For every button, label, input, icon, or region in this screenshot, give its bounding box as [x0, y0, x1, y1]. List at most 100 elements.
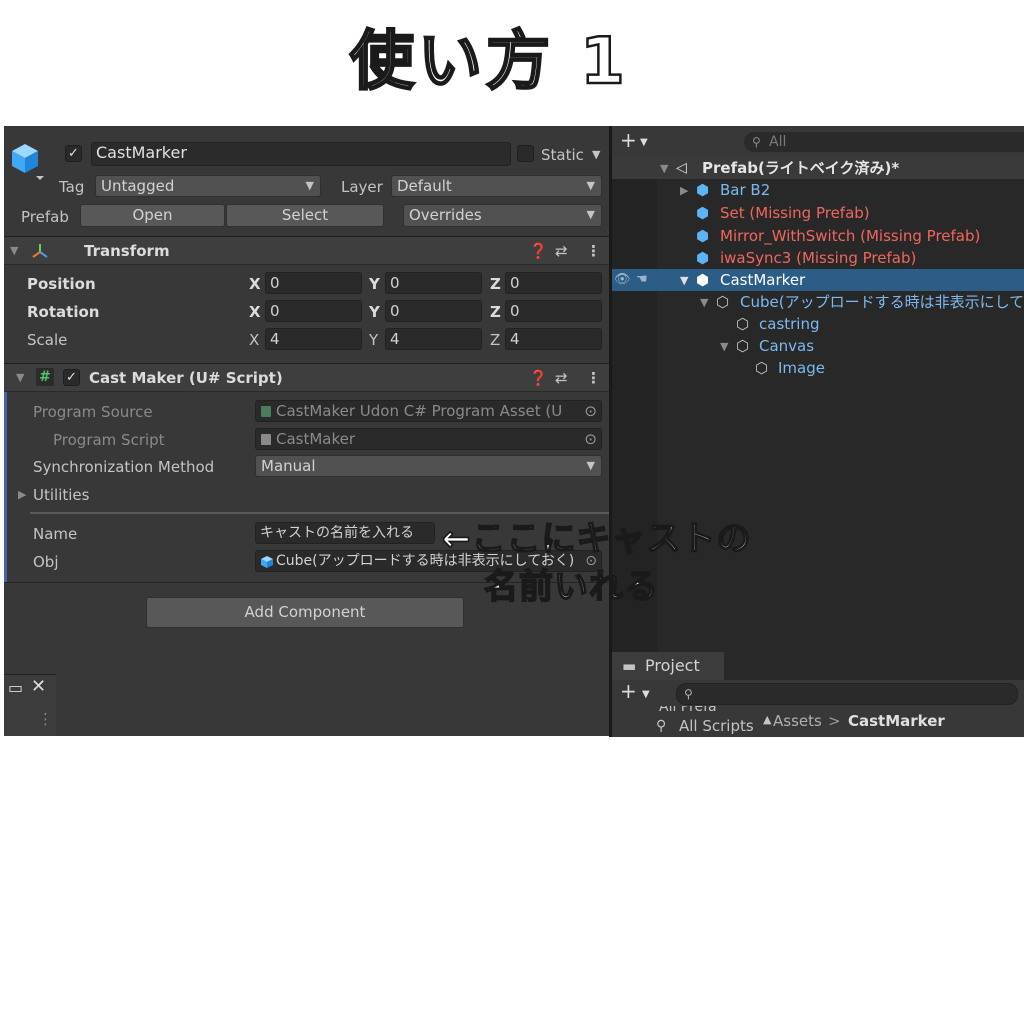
chevron-down-icon[interactable]: ▼: [642, 685, 650, 705]
chevron-down-icon[interactable]: ▼: [640, 133, 648, 153]
position-y-label[interactable]: Y: [369, 274, 380, 294]
help-icon[interactable]: ❓: [529, 368, 548, 388]
position-z-field[interactable]: 0: [505, 272, 602, 294]
program-source-value: CastMaker Udon C# Program Asset (U: [276, 402, 563, 420]
preset-sliders-icon[interactable]: ⇄: [555, 241, 568, 261]
static-label[interactable]: Static: [541, 145, 584, 165]
foldout-arrow-icon[interactable]: ▶: [680, 184, 688, 197]
layer-dropdown[interactable]: Default ▼: [391, 175, 602, 197]
object-name-field[interactable]: CastMarker: [91, 142, 511, 166]
layer-value: Default: [397, 177, 452, 195]
object-picker-icon[interactable]: ⊙: [584, 429, 597, 449]
gameobject-icon: ⬡: [755, 359, 769, 377]
add-icon[interactable]: +: [620, 681, 637, 701]
hierarchy-item[interactable]: ▶ ⬢ Bar B2: [612, 179, 1024, 201]
hierarchy-toolbar: + ▼ ⚲ All: [612, 126, 1024, 157]
static-checkbox[interactable]: [517, 145, 534, 162]
program-script-field[interactable]: CastMaker ⊙: [255, 428, 602, 450]
position-y-field[interactable]: 0: [385, 272, 482, 294]
search-icon: ⚲: [656, 718, 667, 734]
utilities-foldout-icon[interactable]: ▶: [18, 488, 26, 501]
static-dropdown-arrow-icon[interactable]: ▼: [592, 148, 600, 161]
hierarchy-item[interactable]: ⬢ iwaSync3 (Missing Prefab): [612, 247, 1024, 269]
prefab-overrides-dropdown[interactable]: Overrides ▼: [403, 204, 602, 227]
rotation-z-label[interactable]: Z: [490, 302, 501, 322]
preset-sliders-icon[interactable]: ⇄: [555, 368, 568, 388]
scale-z-field[interactable]: 4: [505, 328, 602, 350]
prefab-open-button[interactable]: Open: [80, 204, 225, 227]
maximize-icon[interactable]: ▭: [8, 678, 23, 698]
transform-icon: [32, 244, 48, 258]
project-tab[interactable]: ▬ Project: [612, 652, 724, 680]
hierarchy-item-label: Canvas: [759, 337, 815, 355]
position-x-field[interactable]: 0: [265, 272, 362, 294]
foldout-arrow-icon[interactable]: ▼: [700, 296, 708, 309]
kebab-menu-icon[interactable]: ⋮: [586, 368, 601, 388]
hierarchy-item[interactable]: ⬡ castring: [612, 313, 1024, 335]
foldout-arrow-icon[interactable]: ▼: [660, 162, 668, 175]
prefab-cube-icon: ⬢: [696, 227, 710, 245]
hierarchy-item[interactable]: ▼ ⬡ Cube(アップロードする時は非表示にしておく): [612, 291, 1024, 313]
name-field[interactable]: キャストの名前を入れる: [255, 522, 435, 544]
foldout-arrow-icon[interactable]: ▼: [10, 244, 18, 257]
breadcrumb-assets[interactable]: Assets: [773, 711, 822, 731]
page-heading: 使い方 1: [349, 24, 629, 101]
scale-z-label[interactable]: Z: [490, 330, 500, 350]
rotation-z-field[interactable]: 0: [505, 300, 602, 322]
eye-icon[interactable]: 👁: [614, 269, 631, 291]
scale-y-label[interactable]: Y: [369, 330, 378, 350]
script-file-icon: [261, 434, 271, 445]
position-x-label[interactable]: X: [249, 274, 261, 294]
program-source-field[interactable]: CastMaker Udon C# Program Asset (U ⊙: [255, 400, 602, 422]
breadcrumb: ▲ Assets > CastMarker: [760, 708, 1024, 737]
close-icon[interactable]: ✕: [31, 677, 46, 697]
scale-x-label[interactable]: X: [249, 330, 259, 350]
add-component-button[interactable]: Add Component: [146, 597, 464, 628]
sync-method-dropdown[interactable]: Manual ▼: [255, 455, 602, 477]
position-z-label[interactable]: Z: [490, 274, 501, 294]
object-picker-icon[interactable]: ⊙: [584, 401, 597, 421]
folder-icon: ▬: [622, 657, 637, 675]
scale-y-field[interactable]: 4: [385, 328, 482, 350]
breadcrumb-castmarker[interactable]: CastMarker: [848, 711, 945, 731]
add-icon[interactable]: +: [620, 130, 637, 150]
kebab-menu-icon[interactable]: ⋮: [586, 241, 601, 261]
hierarchy-item-label: castring: [759, 315, 820, 333]
hierarchy-item[interactable]: ▼ ⬡ Canvas: [612, 335, 1024, 357]
scale-x-field[interactable]: 4: [265, 328, 362, 350]
script-enabled-checkbox[interactable]: ✓: [63, 369, 80, 386]
rotation-x-label[interactable]: X: [249, 302, 261, 322]
foldout-arrow-icon[interactable]: ▼: [16, 371, 24, 384]
help-icon[interactable]: ❓: [529, 241, 548, 261]
active-checkbox[interactable]: ✓: [65, 145, 82, 162]
tag-label: Tag: [59, 178, 85, 196]
project-search-input[interactable]: ⚲: [676, 683, 1018, 705]
rotation-y-label[interactable]: Y: [369, 302, 380, 322]
hierarchy-item-selected[interactable]: 👁 ☚ ▼ ⬢ CastMarker: [612, 269, 1024, 291]
hierarchy-item[interactable]: ⬢ Mirror_WithSwitch (Missing Prefab): [612, 225, 1024, 247]
layer-label: Layer: [341, 178, 383, 196]
tag-dropdown[interactable]: Untagged ▼: [95, 175, 321, 197]
foldout-arrow-icon[interactable]: ▼: [680, 274, 688, 287]
script-component-header[interactable]: ▼ # ✓ Cast Maker (U# Script) ❓ ⇄ ⋮: [4, 363, 609, 392]
rotation-x-field[interactable]: 0: [265, 300, 362, 322]
kebab-menu-icon[interactable]: ⋮: [38, 709, 53, 729]
pick-hand-icon[interactable]: ☚: [636, 269, 648, 291]
program-script-value: CastMaker: [276, 430, 356, 448]
foldout-arrow-icon[interactable]: ▼: [720, 340, 728, 353]
transform-header[interactable]: ▼ Transform ❓ ⇄ ⋮: [4, 236, 609, 265]
prefab-select-button[interactable]: Select: [226, 204, 384, 227]
rotation-y-field[interactable]: 0: [385, 300, 482, 322]
rotation-label: Rotation: [27, 303, 100, 321]
hierarchy-scene-row[interactable]: ▼ ◁ Prefab(ライトベイク済み)*: [612, 157, 1024, 179]
mini-panel: ▭ ✕ ⋮: [4, 674, 56, 736]
hierarchy-item[interactable]: ⬡ Image: [612, 357, 1024, 379]
utilities-label[interactable]: Utilities: [33, 485, 89, 505]
hierarchy-item-label: Bar B2: [720, 181, 771, 199]
hierarchy-item[interactable]: ⬢ Set (Missing Prefab): [612, 202, 1024, 224]
project-panel: ▬ Project + ▼ ⚲ All Prefa ⚲ All Scripts …: [612, 652, 1024, 737]
sync-method-label: Synchronization Method: [33, 458, 215, 476]
breadcrumb-separator: >: [828, 712, 841, 730]
hierarchy-search-input[interactable]: ⚲ All: [744, 132, 1024, 152]
all-scripts-item[interactable]: All Scripts: [679, 716, 759, 736]
